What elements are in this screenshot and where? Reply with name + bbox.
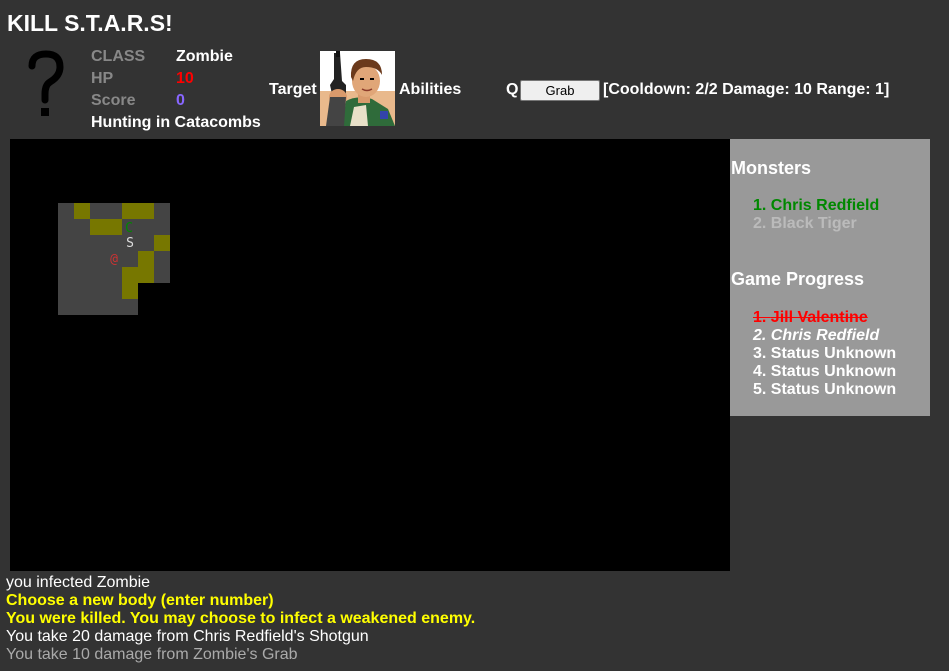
info-sidebar: Monsters 1. Chris Redfield 2. Black Tiger… (730, 139, 930, 416)
progress-name: Jill Valentine (770, 309, 868, 326)
progress-item: 1. Jill Valentine (753, 309, 896, 327)
hp-value: 10 (176, 70, 194, 87)
map-wall (74, 203, 90, 219)
map-wall (90, 219, 122, 235)
class-label: CLASS (91, 48, 146, 65)
log-line: You take 10 damage from Zombie's Grab (6, 646, 298, 663)
map-item-glyph[interactable]: S (126, 236, 134, 251)
log-line: Choose a new body (enter number) (6, 592, 274, 609)
progress-name: Status Unknown (770, 363, 897, 380)
map-wall (154, 235, 170, 251)
progress-item: 3. Status Unknown (753, 345, 896, 363)
map-wall (138, 251, 154, 267)
log-line: you infected Zombie (6, 574, 151, 591)
message-log: you infected Zombie Choose a new body (en… (6, 574, 936, 664)
progress-number: 2. (753, 327, 771, 344)
ability-info: [Cooldown: 2/2 Damage: 10 Range: 1] (603, 81, 890, 98)
question-mark-icon (26, 50, 66, 122)
ability-hotkey: Q (506, 81, 519, 98)
progress-number: 3. (753, 345, 771, 362)
log-line: You were killed. You may choose to infec… (6, 610, 476, 627)
progress-item: 5. Status Unknown (753, 381, 896, 399)
class-value: Zombie (176, 48, 233, 65)
score-value: 0 (176, 92, 185, 109)
progress-name: Status Unknown (770, 345, 897, 362)
map-wall (122, 203, 154, 219)
map-canvas: C S @ (58, 203, 170, 315)
progress-list: 1. Jill Valentine 2. Chris Redfield 3. Sta… (753, 309, 896, 399)
log-line: You take 20 damage from Chris Redfield's… (6, 628, 369, 645)
target-label: Target (269, 81, 317, 98)
game-title: KILL S.T.A.R.S! (7, 10, 173, 36)
progress-heading: Game Progress (731, 269, 865, 289)
abilities-label: Abilities (399, 81, 462, 98)
progress-number: 5. (753, 381, 771, 398)
score-label: Score (91, 92, 136, 109)
hp-label: HP (91, 70, 114, 87)
progress-item: 2. Chris Redfield (753, 327, 896, 345)
target-portrait (320, 51, 395, 126)
map-enemy-glyph[interactable]: C (125, 221, 133, 236)
progress-name: Status Unknown (770, 381, 897, 398)
dungeon-map[interactable]: C S @ (10, 139, 730, 571)
progress-number: 1. (753, 309, 771, 326)
monster-item[interactable]: 2. Black Tiger (753, 215, 879, 233)
map-wall (122, 267, 154, 283)
monsters-heading: Monsters (731, 158, 812, 178)
monster-item[interactable]: 1. Chris Redfield (753, 197, 879, 215)
progress-item: 4. Status Unknown (753, 363, 896, 381)
hunting-location: Hunting in Catacombs (91, 114, 261, 131)
game-screen: KILL S.T.A.R.S! CLASS Zombie HP 10 Score… (0, 0, 949, 671)
map-wall (122, 283, 138, 299)
map-player-glyph: @ (110, 252, 118, 267)
monster-list: 1. Chris Redfield 2. Black Tiger (753, 197, 879, 233)
map-void (138, 283, 170, 315)
progress-name: Chris Redfield (770, 327, 880, 344)
grab-ability-button[interactable]: Grab (520, 80, 600, 101)
progress-number: 4. (753, 363, 771, 380)
